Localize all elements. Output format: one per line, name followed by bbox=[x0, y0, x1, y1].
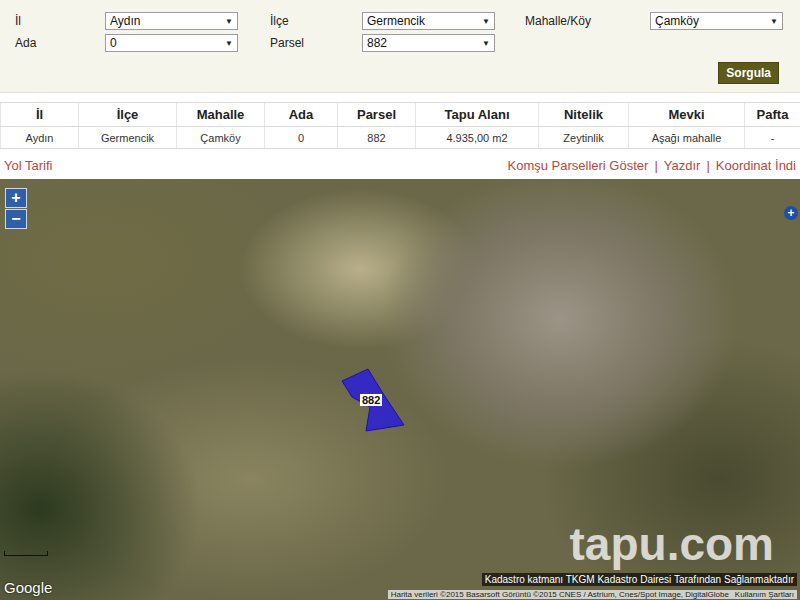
link-separator: | bbox=[706, 158, 709, 173]
field-label: İlçe bbox=[270, 14, 362, 28]
select-value: Aydın bbox=[110, 14, 140, 28]
satellite-map[interactable]: +−+882tapu.comGoogleKadastro katmanı TKG… bbox=[0, 179, 800, 600]
table-cell: Çamköy bbox=[177, 127, 265, 149]
select-value: 882 bbox=[367, 36, 387, 50]
side-expand-button[interactable]: + bbox=[784, 206, 798, 220]
google-logo: Google bbox=[4, 579, 52, 596]
select-value: Germencik bbox=[367, 14, 425, 28]
column-header: Mahalle bbox=[177, 103, 265, 127]
field-label: İl bbox=[15, 14, 105, 28]
table-cell: - bbox=[745, 127, 800, 149]
terms-link[interactable]: Kullanım Şartları bbox=[735, 590, 794, 599]
table-row[interactable]: AydınGermencikÇamköy08824.935,00 m2Zeyti… bbox=[1, 127, 800, 149]
column-header: Mevki bbox=[629, 103, 745, 127]
table-cell: Aşağı mahalle bbox=[629, 127, 745, 149]
table-cell: Zeytinlik bbox=[539, 127, 629, 149]
cadastre-note: Kadastro katmanı TKGM Kadastro Dairesi T… bbox=[482, 573, 797, 586]
dropdown-arrow-icon: ▼ bbox=[770, 17, 778, 26]
scale-bar bbox=[4, 551, 48, 556]
select-box[interactable]: Aydın ▼ bbox=[105, 12, 238, 30]
select-value: 0 bbox=[110, 36, 117, 50]
field-label: Ada bbox=[15, 36, 105, 50]
table-cell: Aydın bbox=[1, 127, 79, 149]
column-header: İlçe bbox=[79, 103, 177, 127]
select-box[interactable]: 882 ▼ bbox=[362, 34, 495, 52]
dropdown-arrow-icon: ▼ bbox=[482, 39, 490, 48]
zoom-control: +− bbox=[5, 188, 27, 229]
select-box[interactable]: 0▼ bbox=[105, 34, 238, 52]
form-field: İl Aydın ▼ bbox=[15, 12, 270, 30]
field-label: Parsel bbox=[270, 36, 362, 50]
dropdown-arrow-icon: ▼ bbox=[482, 17, 490, 26]
column-header: Ada bbox=[265, 103, 338, 127]
table-cell: 882 bbox=[338, 127, 416, 149]
result-table: İlİlçeMahalleAdaParselTapu AlanıNitelikM… bbox=[0, 102, 800, 149]
link-separator: | bbox=[654, 158, 657, 173]
form-field: Mahalle/Köy Çamköy ▼ bbox=[525, 12, 783, 30]
directions-link[interactable]: Yol Tarifi bbox=[4, 158, 52, 173]
form-field: İlçe Germencik ▼ bbox=[270, 12, 525, 30]
query-button[interactable]: Sorgula bbox=[718, 62, 779, 84]
action-link[interactable]: Yazdır bbox=[664, 158, 701, 173]
form-field: Ada0▼ bbox=[15, 34, 270, 52]
table-cell: 0 bbox=[265, 127, 338, 149]
column-header: Parsel bbox=[338, 103, 416, 127]
page: İlAydın▼İlçeGermencik▼Mahalle/KöyÇamköy▼… bbox=[0, 0, 800, 600]
attribution-bar: Harita verileri ©2015 Basarsoft Görüntü … bbox=[388, 590, 797, 599]
link-bar: Yol Tarifi Komşu Parselleri Göster | Yazdır… bbox=[0, 149, 800, 175]
zoom-out-button[interactable]: − bbox=[5, 209, 27, 229]
table-cell: Germencik bbox=[79, 127, 177, 149]
action-link[interactable]: Koordinat İndi bbox=[716, 158, 796, 173]
table-cell: 4.935,00 m2 bbox=[416, 127, 539, 149]
dropdown-arrow-icon: ▼ bbox=[225, 39, 233, 48]
column-header: Pafta bbox=[745, 103, 800, 127]
form-field: Parsel 882 ▼ bbox=[270, 34, 525, 52]
watermark: tapu.com bbox=[570, 517, 774, 571]
zoom-in-button[interactable]: + bbox=[5, 188, 27, 208]
dropdown-arrow-icon: ▼ bbox=[225, 17, 233, 26]
map-attribution: Harita verileri ©2015 Basarsoft Görüntü … bbox=[391, 590, 729, 599]
select-box[interactable]: Çamköy ▼ bbox=[650, 12, 783, 30]
column-header: İl bbox=[1, 103, 79, 127]
parcel-label: 882 bbox=[360, 394, 382, 406]
column-header: Tapu Alanı bbox=[416, 103, 539, 127]
table-header: İlİlçeMahalleAdaParselTapu AlanıNitelikM… bbox=[1, 103, 800, 127]
query-form: İl Aydın ▼ İlçe Germencik ▼ Mahalle/Köy Çamköy ▼… bbox=[0, 0, 800, 93]
select-box[interactable]: Germencik ▼ bbox=[362, 12, 495, 30]
action-link[interactable]: Komşu Parselleri Göster bbox=[507, 158, 648, 173]
column-header: Nitelik bbox=[539, 103, 629, 127]
select-value: Çamköy bbox=[655, 14, 699, 28]
field-label: Mahalle/Köy bbox=[525, 14, 650, 28]
